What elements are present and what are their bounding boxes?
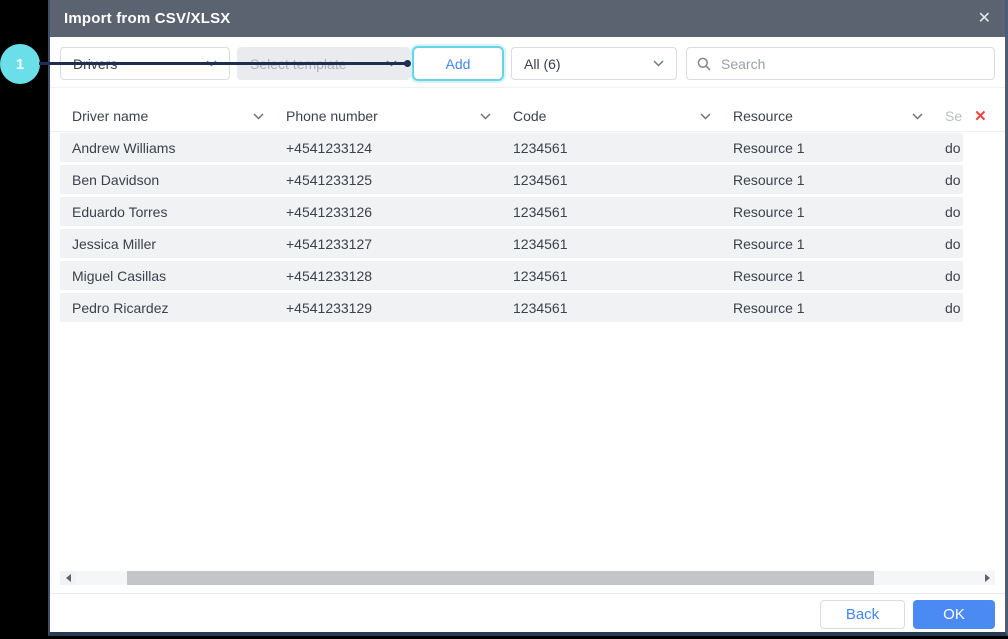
dialog-titlebar: Import from CSV/XLSX ✕	[50, 0, 1005, 37]
column-header-phone-number[interactable]: Phone number	[274, 108, 501, 124]
cell-name: Miguel Casillas	[60, 268, 274, 284]
cell-resource: Resource 1	[721, 268, 933, 284]
column-header-resource[interactable]: Resource	[721, 108, 933, 124]
cell-phone: +4541233125	[274, 172, 501, 188]
cell-code: 1234561	[501, 300, 721, 316]
cell-code: 1234561	[501, 236, 721, 252]
toolbar-divider	[50, 87, 1005, 88]
scroll-right-button[interactable]	[979, 571, 995, 585]
column-header-truncated: Se ✕	[933, 108, 987, 124]
column-header-code[interactable]: Code	[501, 108, 721, 124]
chevron-down-icon	[700, 113, 711, 120]
cell-phone: +4541233128	[274, 268, 501, 284]
footer-divider	[50, 593, 1005, 594]
search-box	[686, 47, 995, 80]
cell-name: Ben Davidson	[60, 172, 274, 188]
scrollbar-thumb[interactable]	[127, 571, 874, 585]
scroll-left-icon	[66, 574, 71, 582]
scroll-left-button[interactable]	[60, 571, 76, 585]
cell-phone: +4541233129	[274, 300, 501, 316]
ok-button[interactable]: OK	[913, 600, 995, 629]
cell-code: 1234561	[501, 140, 721, 156]
chevron-down-icon	[480, 113, 491, 120]
import-dialog: Import from CSV/XLSX ✕ Drivers Select te…	[48, 0, 1008, 636]
cell-resource: Resource 1	[721, 140, 933, 156]
back-button[interactable]: Back	[820, 600, 905, 629]
cell-code: 1234561	[501, 204, 721, 220]
table-row[interactable]: Miguel Casillas+45412331281234561Resourc…	[60, 261, 963, 290]
close-icon[interactable]: ✕	[978, 11, 991, 27]
cell-extra: do	[933, 204, 963, 220]
cell-resource: Resource 1	[721, 204, 933, 220]
cell-name: Pedro Ricardez	[60, 300, 274, 316]
table-body: Andrew Williams+45412331241234561Resourc…	[60, 133, 963, 325]
cell-extra: do	[933, 268, 963, 284]
scroll-right-icon	[985, 574, 990, 582]
annotation-pointer-dot	[404, 60, 411, 67]
cell-extra: do	[933, 172, 963, 188]
cell-resource: Resource 1	[721, 236, 933, 252]
remove-column-icon[interactable]: ✕	[974, 109, 987, 124]
cell-resource: Resource 1	[721, 300, 933, 316]
dialog-title: Import from CSV/XLSX	[64, 10, 231, 27]
cell-code: 1234561	[501, 172, 721, 188]
chevron-down-icon	[912, 113, 923, 120]
cell-extra: do	[933, 140, 963, 156]
column-header-driver-name[interactable]: Driver name	[60, 108, 274, 124]
annotation-step-badge: 1	[0, 44, 40, 84]
cell-name: Eduardo Torres	[60, 204, 274, 220]
cell-phone: +4541233127	[274, 236, 501, 252]
table-row[interactable]: Andrew Williams+45412331241234561Resourc…	[60, 133, 963, 162]
cell-name: Jessica Miller	[60, 236, 274, 252]
table-row[interactable]: Ben Davidson+45412331251234561Resource 1…	[60, 165, 963, 194]
cell-phone: +4541233124	[274, 140, 501, 156]
cell-extra: do	[933, 300, 963, 316]
cell-name: Andrew Williams	[60, 140, 274, 156]
chevron-down-icon	[653, 60, 664, 67]
cell-code: 1234561	[501, 268, 721, 284]
table-header: Driver name Phone number Code Resource S…	[60, 101, 987, 131]
search-input[interactable]	[719, 55, 984, 73]
add-button[interactable]: Add	[412, 46, 504, 81]
table-row[interactable]: Eduardo Torres+45412331261234561Resource…	[60, 197, 963, 226]
chevron-down-icon	[253, 113, 264, 120]
table-row[interactable]: Jessica Miller+45412331271234561Resource…	[60, 229, 963, 258]
filter-value: All (6)	[524, 56, 561, 72]
filter-dropdown[interactable]: All (6)	[511, 47, 677, 80]
table-row[interactable]: Pedro Ricardez+45412331291234561Resource…	[60, 293, 963, 322]
search-icon	[697, 57, 711, 71]
horizontal-scrollbar[interactable]	[60, 571, 995, 585]
cell-phone: +4541233126	[274, 204, 501, 220]
cell-extra: do	[933, 236, 963, 252]
cell-resource: Resource 1	[721, 172, 933, 188]
table-header-divider	[50, 131, 1005, 132]
annotation-pointer-line	[39, 62, 405, 65]
